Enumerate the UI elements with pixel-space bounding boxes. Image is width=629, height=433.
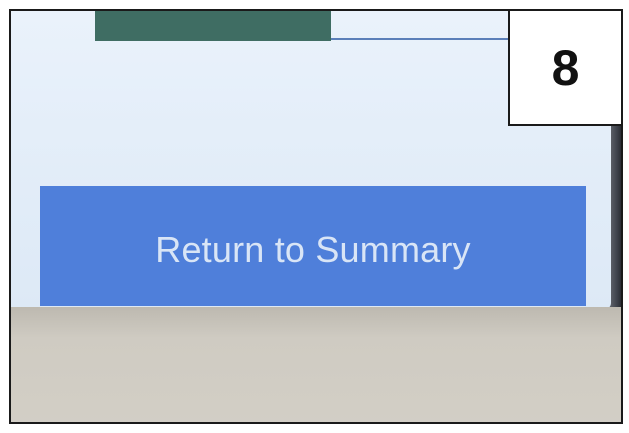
device-housing: [11, 307, 621, 422]
previous-panel-strip: [95, 11, 331, 41]
return-to-summary-button[interactable]: Return to Summary: [40, 186, 586, 306]
panel-divider: [331, 38, 521, 40]
step-number: 8: [551, 39, 580, 96]
return-to-summary-label: Return to Summary: [155, 229, 471, 270]
step-number-badge: 8: [508, 9, 623, 126]
